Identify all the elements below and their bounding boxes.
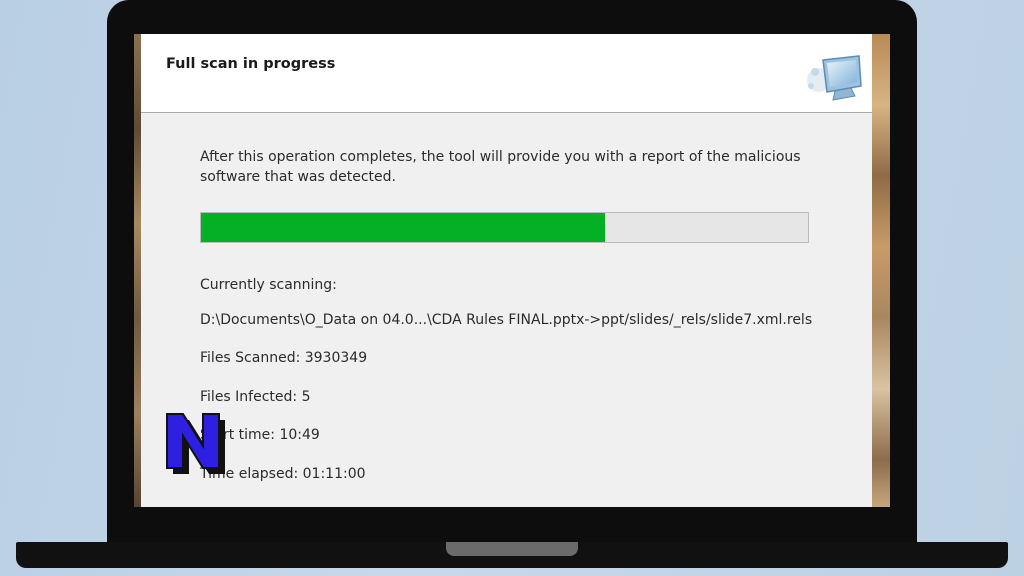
files-scanned-count: Files Scanned: 3930349 <box>200 350 368 366</box>
computer-scan-icon <box>807 55 862 101</box>
dialog-title: Full scan in progress <box>166 56 336 72</box>
files-infected-count: Files Infected: 5 <box>200 389 311 405</box>
currently-scanning-label: Currently scanning: <box>200 277 337 293</box>
desktop-wallpaper-left <box>134 34 141 507</box>
scan-description: After this operation completes, the tool… <box>200 149 801 185</box>
scan-progress-bar <box>200 212 809 243</box>
scan-progress-fill <box>201 213 605 242</box>
n-logo-badge <box>166 413 225 474</box>
scan-dialog: Full scan in progress After this operati… <box>141 34 872 507</box>
laptop-screen: Full scan in progress After this operati… <box>134 34 890 507</box>
dialog-header: Full scan in progress <box>141 34 872 113</box>
desktop-wallpaper-right <box>872 34 890 507</box>
current-file-path: D:\Documents\O_Data on 04.0...\CDA Rules… <box>200 312 813 328</box>
laptop-notch <box>446 542 578 556</box>
